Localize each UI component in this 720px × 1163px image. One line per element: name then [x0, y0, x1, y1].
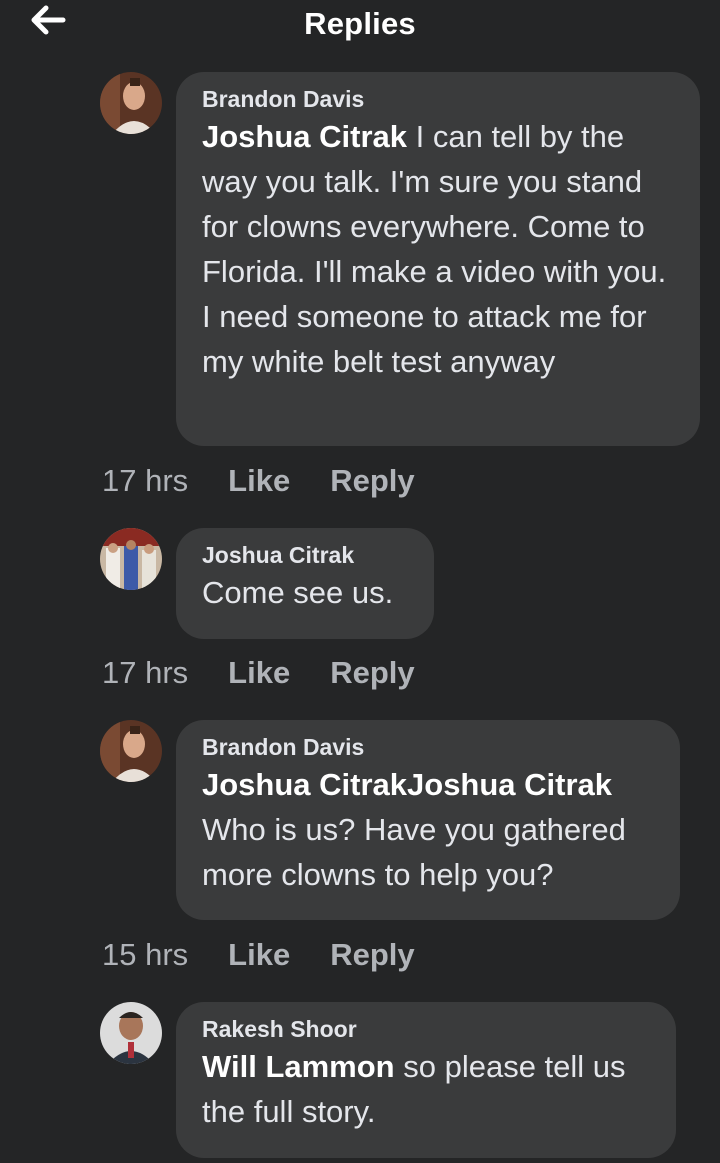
avatar[interactable] [100, 72, 162, 134]
comment-text: Joshua Citrak I can tell by the way you … [202, 114, 676, 384]
comment-body: Who is us? Have you gathered more clowns… [202, 812, 626, 892]
comment-author[interactable]: Joshua Citrak [202, 540, 410, 570]
comment-actions: 15 hrs Like Reply [102, 937, 455, 973]
mention-link[interactable]: Will Lammon [202, 1049, 395, 1084]
avatar[interactable] [100, 720, 162, 782]
replies-header: Replies [0, 0, 720, 50]
comment-body: I can tell by the way you talk. I'm sure… [202, 119, 667, 379]
avatar[interactable] [100, 1002, 162, 1064]
comment-author[interactable]: Brandon Davis [202, 84, 676, 114]
comment-author[interactable]: Brandon Davis [202, 732, 656, 762]
like-button[interactable]: Like [228, 937, 290, 973]
timestamp: 15 hrs [102, 937, 189, 972]
reply-button[interactable]: Reply [330, 937, 414, 973]
reply-button[interactable]: Reply [330, 655, 414, 691]
comment-author[interactable]: Rakesh Shoor [202, 1014, 652, 1044]
comment-bubble: Brandon Davis Joshua CitrakJoshua Citrak… [176, 720, 680, 920]
comment-text: Will Lammon so please tell us the full s… [202, 1044, 652, 1134]
comment-body: Come see us. [202, 575, 394, 610]
like-button[interactable]: Like [228, 655, 290, 691]
comment-text: Joshua CitrakJoshua Citrak Who is us? Ha… [202, 762, 656, 897]
mention-link[interactable]: Joshua CitrakJoshua Citrak [202, 762, 656, 807]
reply-button[interactable]: Reply [330, 463, 414, 499]
timestamp: 17 hrs [102, 463, 189, 498]
comment-actions: 17 hrs Like Reply [102, 655, 455, 691]
comment-bubble: Rakesh Shoor Will Lammon so please tell … [176, 1002, 676, 1158]
comment-bubble: Joshua Citrak Come see us. [176, 528, 434, 639]
comment-bubble: Brandon Davis Joshua Citrak I can tell b… [176, 72, 700, 446]
comment-actions: 17 hrs Like Reply [102, 463, 455, 499]
mention-link[interactable]: Joshua Citrak [202, 119, 407, 154]
like-button[interactable]: Like [228, 463, 290, 499]
timestamp: 17 hrs [102, 655, 189, 690]
avatar[interactable] [100, 528, 162, 590]
page-title: Replies [304, 6, 416, 41]
comment-text: Come see us. [202, 570, 410, 615]
